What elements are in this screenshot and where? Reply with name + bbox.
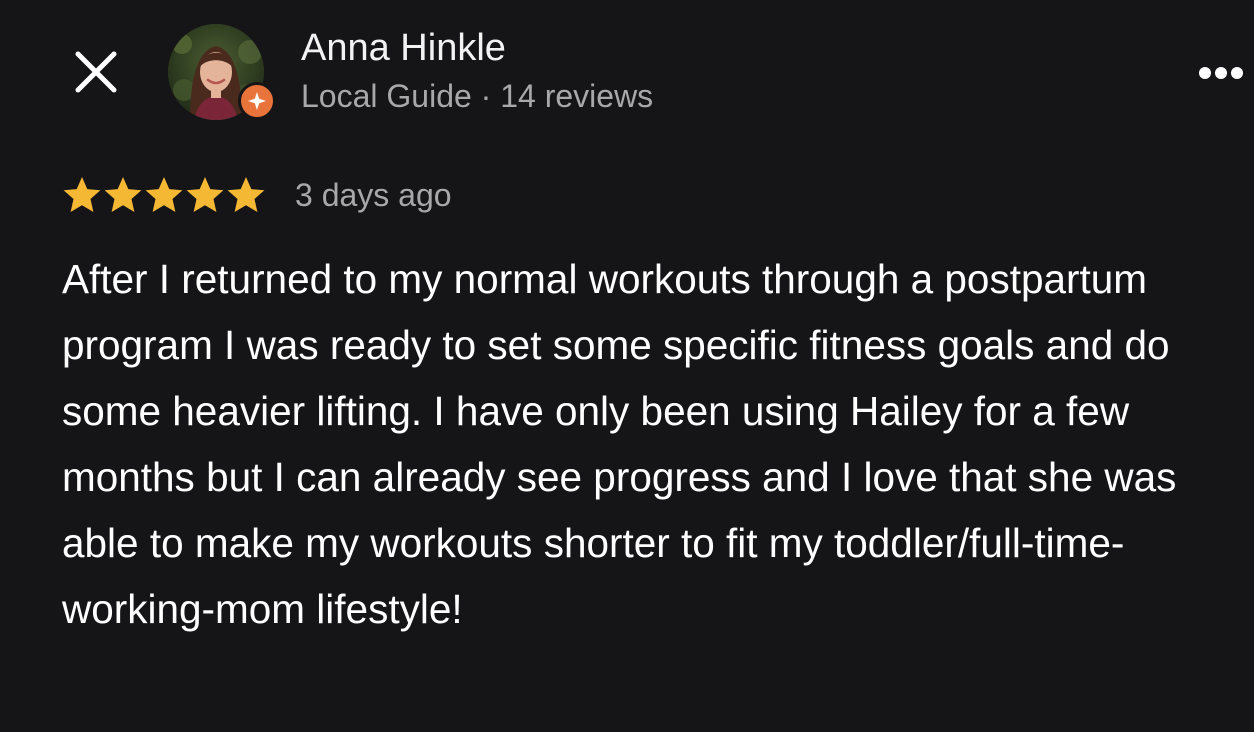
local-guide-badge-icon xyxy=(238,82,276,120)
star-icon xyxy=(104,177,142,212)
star-icon xyxy=(227,177,265,212)
reviewer-name[interactable]: Anna Hinkle xyxy=(301,26,506,70)
review-screen: Anna Hinkle Local Guide · 14 reviews 3 d… xyxy=(0,0,1254,732)
star-icon xyxy=(145,177,183,212)
more-options-icon xyxy=(1199,67,1243,79)
star-icon xyxy=(63,177,101,212)
reviewer-avatar[interactable] xyxy=(168,24,280,124)
review-text: After I returned to my normal workouts t… xyxy=(62,256,1177,632)
star-rating xyxy=(62,175,267,215)
reviewer-meta: Local Guide · 14 reviews xyxy=(301,78,654,114)
star-icon xyxy=(186,177,224,212)
close-icon xyxy=(75,51,117,93)
rating-row: 3 days ago xyxy=(62,172,452,218)
close-button[interactable] xyxy=(68,44,124,100)
review-date: 3 days ago xyxy=(295,176,452,213)
more-options-button[interactable] xyxy=(1196,58,1246,88)
